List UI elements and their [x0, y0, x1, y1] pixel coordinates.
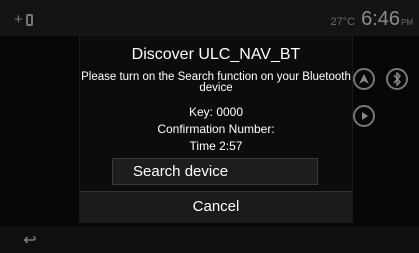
- status-info: 27°C 6:46PM: [330, 8, 413, 31]
- plus-icon: +: [14, 11, 23, 28]
- play-icon[interactable]: [353, 105, 375, 127]
- temperature: 27°C: [330, 16, 356, 28]
- clock: 6:46PM: [361, 8, 413, 31]
- time-remaining: Time 2:57: [189, 139, 243, 153]
- dialog-title: Discover ULC_NAV_BT: [131, 46, 301, 63]
- back-button[interactable]: ↩: [0, 226, 60, 253]
- navigation-arrow-icon[interactable]: [353, 68, 375, 90]
- phone-icon: [25, 13, 33, 26]
- navigation-arrow-icon-svg: [359, 74, 369, 84]
- play-icon-svg: [362, 112, 368, 120]
- bluetooth-icon-svg: [393, 72, 402, 86]
- status-bar: + 27°C 6:46PM: [0, 0, 419, 36]
- bottom-bar: [0, 226, 419, 253]
- cancel-button[interactable]: Cancel: [80, 191, 352, 222]
- back-icon: ↩: [23, 231, 37, 249]
- add-phone-button[interactable]: +: [14, 11, 33, 28]
- clock-ampm: PM: [401, 18, 413, 27]
- pairing-key: Key: 0000: [188, 105, 244, 119]
- confirmation-number-label: Confirmation Number:: [157, 122, 275, 136]
- search-device-button[interactable]: Search device: [112, 158, 318, 185]
- clock-time: 6:46: [361, 8, 400, 30]
- dialog-message: Please turn on the Search function on yo…: [81, 71, 351, 94]
- bluetooth-icon[interactable]: [386, 68, 408, 90]
- bluetooth-discover-dialog: Discover ULC_NAV_BT Please turn on the S…: [80, 36, 352, 222]
